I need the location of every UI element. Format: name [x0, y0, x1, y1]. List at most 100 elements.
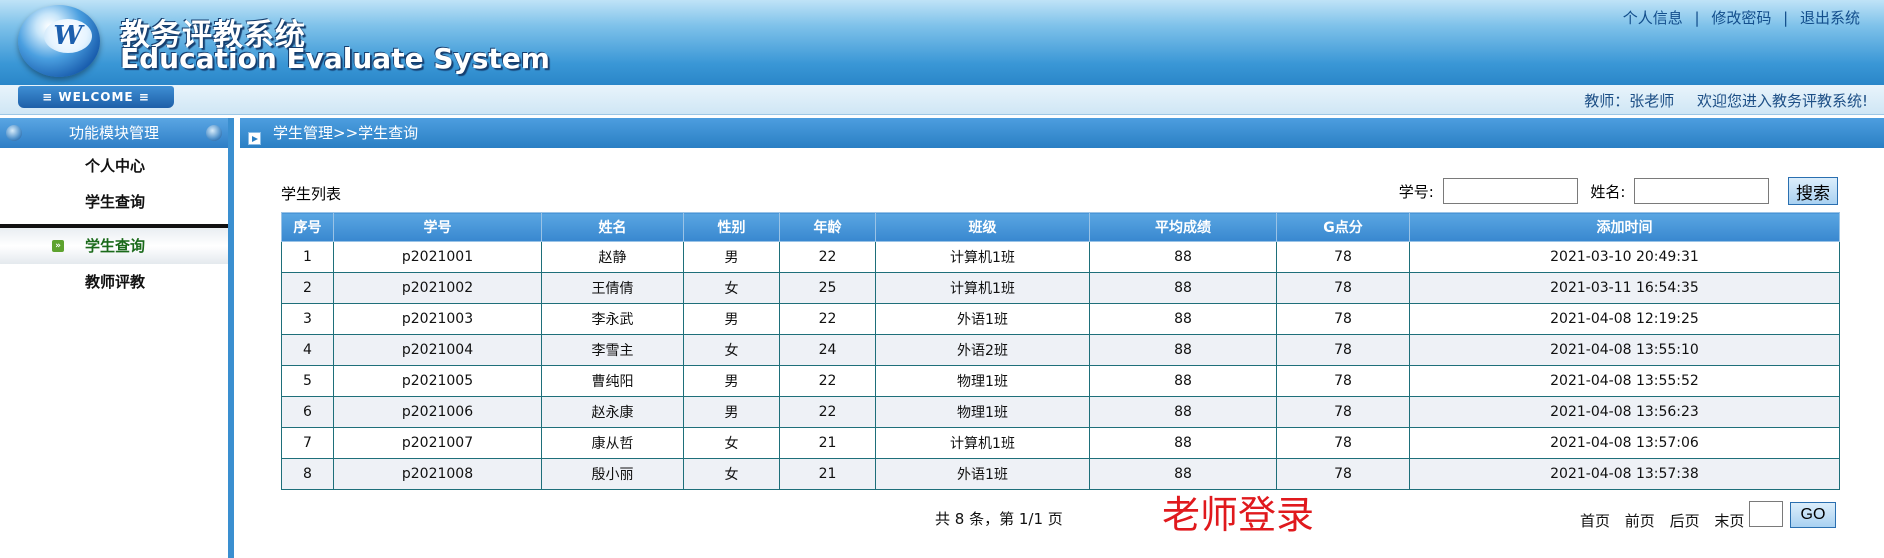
- table-cell: 88: [1089, 427, 1277, 459]
- column-header: 姓名: [541, 212, 684, 242]
- column-header: 学号: [333, 212, 542, 242]
- breadcrumb: 学生管理>>学生查询: [273, 124, 419, 142]
- table-cell: 2021-04-08 13:55:52: [1409, 365, 1840, 397]
- column-header: 班级: [875, 212, 1090, 242]
- table-cell: 1: [281, 241, 334, 273]
- column-header: 平均成绩: [1089, 212, 1277, 242]
- table-cell: p2021002: [333, 272, 542, 304]
- table-cell: 赵永康: [541, 396, 684, 428]
- table-cell: 22: [779, 396, 876, 428]
- table-cell: 88: [1089, 396, 1277, 428]
- table-cell: 男: [683, 396, 780, 428]
- go-button[interactable]: GO: [1790, 502, 1836, 528]
- table-cell: 李雪主: [541, 334, 684, 366]
- table-cell: 78: [1276, 396, 1410, 428]
- logo-letter: W: [44, 19, 92, 53]
- sidebar-item-student-query-active[interactable]: » 学生查询: [0, 224, 228, 264]
- link-separator: |: [1694, 9, 1700, 27]
- last-page-link[interactable]: 末页: [1714, 512, 1744, 530]
- table-cell: p2021004: [333, 334, 542, 366]
- table-cell: 2021-04-08 12:19:25: [1409, 303, 1840, 335]
- column-header: 年龄: [779, 212, 876, 242]
- goto-page-input[interactable]: [1749, 501, 1783, 527]
- table-cell: 88: [1089, 241, 1277, 273]
- table-cell: 男: [683, 365, 780, 397]
- table-cell: 6: [281, 396, 334, 428]
- top-links: 个人信息 | 修改密码 | 退出系统: [1623, 7, 1860, 28]
- table-cell: p2021006: [333, 396, 542, 428]
- table-cell: 78: [1276, 365, 1410, 397]
- sidebar-header: 功能模块管理: [0, 118, 228, 148]
- app-title-en: Education Evaluate System: [120, 42, 550, 75]
- sidebar: 功能模块管理 个人中心 学生查询 » 学生查询 教师评教: [0, 118, 234, 558]
- table-row: 1 p2021001 赵静男 22 计算机1班 88 78 2021-03-10 20:49:…: [281, 241, 1840, 273]
- table-cell: 78: [1276, 303, 1410, 335]
- table-cell: 22: [779, 303, 876, 335]
- logout-link[interactable]: 退出系统: [1800, 9, 1860, 27]
- table-body: 1 p2021001 赵静男 22 计算机1班 88 78 2021-03-10 20:49:…: [281, 241, 1840, 490]
- table-cell: 2021-04-08 13:57:38: [1409, 458, 1840, 490]
- search-bar: 学号: 姓名: 搜索: [1391, 177, 1838, 205]
- table-cell: p2021005: [333, 365, 542, 397]
- table-row: 6 p2021006 赵永康男 22 物理1班 88 78 2021-04-08 13:56:…: [281, 396, 1840, 428]
- table-cell: 2021-04-08 13:57:06: [1409, 427, 1840, 459]
- table-cell: 78: [1276, 427, 1410, 459]
- change-password-link[interactable]: 修改密码: [1711, 9, 1771, 27]
- table-cell: 女: [683, 272, 780, 304]
- table-cell: 计算机1班: [875, 272, 1090, 304]
- table-cell: 女: [683, 427, 780, 459]
- next-page-link[interactable]: 后页: [1670, 512, 1700, 530]
- table-cell: 88: [1089, 303, 1277, 335]
- table-cell: 王倩倩: [541, 272, 684, 304]
- sidebar-item-label: 学生查询: [85, 237, 146, 255]
- column-header: 添加时间: [1409, 212, 1840, 242]
- table-cell: p2021008: [333, 458, 542, 490]
- pager-info: 共 8 条，第 1/1 页: [935, 510, 1063, 528]
- sidebar-item-label: 教师评教: [85, 273, 146, 291]
- column-header: G点分: [1276, 212, 1410, 242]
- table-cell: 赵静: [541, 241, 684, 273]
- table-cell: 外语1班: [875, 303, 1090, 335]
- table-row: 8 p2021008 殷小丽女 21 外语1班 88 78 2021-04-08 13:57:…: [281, 458, 1840, 490]
- table-cell: 女: [683, 458, 780, 490]
- logo-globe-icon: W: [18, 5, 100, 77]
- table-row: 7 p2021007 康从哲女 21 计算机1班 88 78 2021-04-08 13:57…: [281, 427, 1840, 459]
- sidebar-item-teacher-evaluation[interactable]: 教师评教: [0, 264, 228, 300]
- table-cell: 24: [779, 334, 876, 366]
- content-header: 学生管理>>学生查询: [240, 118, 1884, 148]
- sidebar-item-student-query[interactable]: 学生查询: [0, 184, 228, 220]
- table-cell: 2021-03-11 16:54:35: [1409, 272, 1840, 304]
- prev-page-link[interactable]: 前页: [1625, 512, 1655, 530]
- table-cell: 殷小丽: [541, 458, 684, 490]
- table-cell: 78: [1276, 241, 1410, 273]
- current-user: 教师：张老师: [1584, 92, 1675, 110]
- table-cell: 物理1班: [875, 396, 1090, 428]
- table-cell: 外语1班: [875, 458, 1090, 490]
- table-cell: 计算机1班: [875, 427, 1090, 459]
- table-cell: 计算机1班: [875, 241, 1090, 273]
- table-row: 3 p2021003 李永武男 22 外语1班 88 78 2021-04-08 12:19:…: [281, 303, 1840, 335]
- search-button[interactable]: 搜索: [1788, 177, 1838, 205]
- knob-icon: [206, 125, 222, 141]
- profile-link[interactable]: 个人信息: [1623, 9, 1683, 27]
- table-cell: 男: [683, 303, 780, 335]
- student-id-input[interactable]: [1442, 178, 1578, 204]
- sidebar-title: 功能模块管理: [68, 124, 159, 142]
- table-cell: 25: [779, 272, 876, 304]
- table-cell: 5: [281, 365, 334, 397]
- table-cell: 8: [281, 458, 334, 490]
- sidebar-item-label: 个人中心: [85, 157, 146, 175]
- table-cell: 李永武: [541, 303, 684, 335]
- welcome-message: 教师：张老师 欢迎您进入教务评教系统!: [1584, 90, 1868, 111]
- table-cell: 21: [779, 458, 876, 490]
- watermark-text: 老师登录: [1162, 493, 1315, 537]
- breadcrumb-arrow-icon: [248, 132, 261, 145]
- table-cell: p2021001: [333, 241, 542, 273]
- first-page-link[interactable]: 首页: [1580, 512, 1610, 530]
- table-row: 5 p2021005 曹纯阳男 22 物理1班 88 78 2021-04-08 13:55:…: [281, 365, 1840, 397]
- sidebar-item-profile-center[interactable]: 个人中心: [0, 148, 228, 184]
- table-cell: 78: [1276, 272, 1410, 304]
- sidebar-item-label: 学生查询: [85, 193, 146, 211]
- student-name-input[interactable]: [1634, 178, 1770, 204]
- table-cell: 男: [683, 241, 780, 273]
